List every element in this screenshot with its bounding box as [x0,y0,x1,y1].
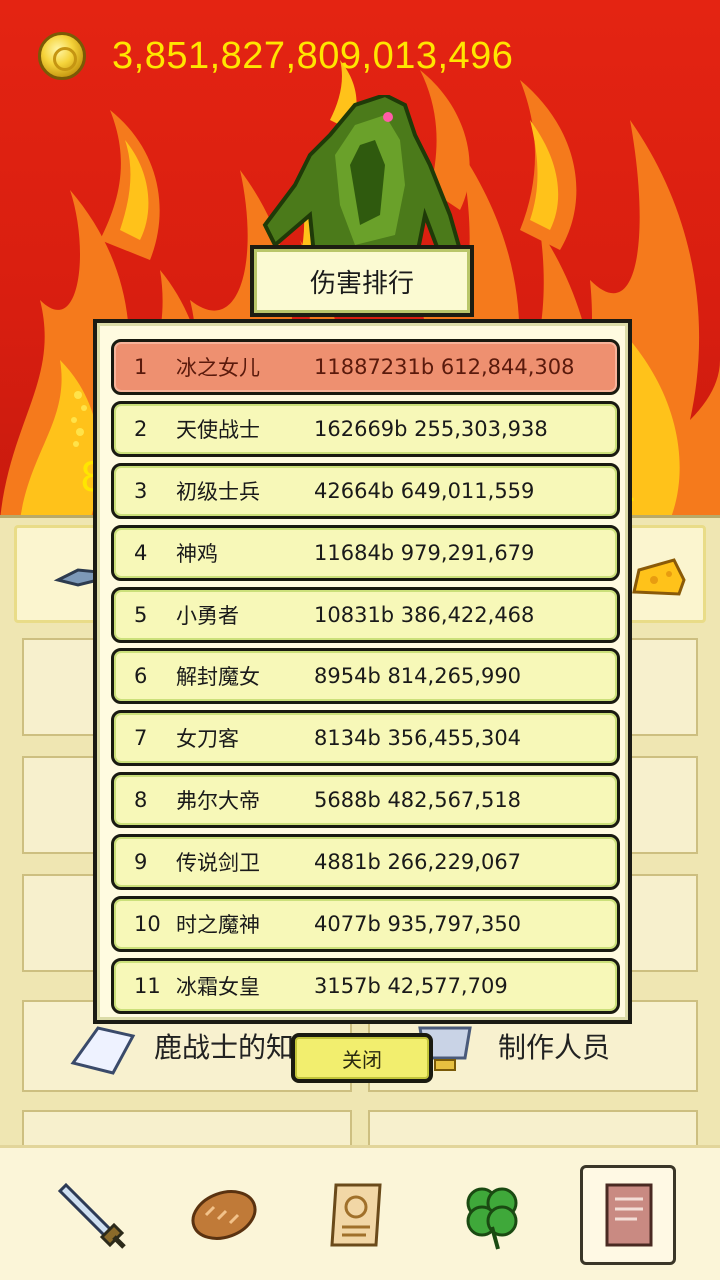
damage-value: 10831b 386,422,468 [314,602,535,627]
modal-title: 伤害排行 [250,245,474,317]
hero-name: 女刀客 [176,727,239,752]
damage-value: 11887231b 612,844,308 [314,355,575,379]
clover-icon [466,1187,518,1250]
rank-number: 9 [134,850,148,875]
damage-value: 4077b 935,797,350 [314,912,522,937]
damage-value: 162669b 255,303,938 [314,416,548,441]
hero-name: 初级士兵 [176,479,260,504]
damage-value: 5688b 482,567,518 [314,788,522,813]
ranking-row[interactable]: 5 小勇者 10831b 386,422,468 [111,586,620,643]
coin-counter: 3,851,827,809,013,496 [38,30,513,82]
ranking-row[interactable]: 7 女刀客 8134b 356,455,304 [111,710,620,767]
bottom-navigation [0,1145,720,1280]
rank-number: 8 [134,788,148,813]
nav-item-weapons[interactable] [44,1165,140,1265]
swamp-monster-sprite[interactable] [255,95,465,265]
nav-item-luck[interactable] [444,1165,540,1265]
rank-number: 5 [134,602,148,627]
hero-name: 解封魔女 [176,665,260,690]
damage-value: 8134b 356,455,304 [314,726,522,751]
damage-ranking-modal: 1 冰之女儿 11887231b 612,844,308 2 天使战士 162669b 2… [93,319,632,1024]
nav-item-book[interactable] [580,1165,676,1265]
rank-number: 1 [134,355,148,379]
damage-value: 3157b 42,577,709 [314,973,508,998]
damage-value: 11684b 979,291,679 [314,540,535,565]
menu-row [368,1110,698,1150]
nav-item-quests[interactable] [310,1165,406,1265]
rank-number: 7 [134,726,148,751]
ranking-row[interactable]: 10 时之魔神 4077b 935,797,350 [111,896,620,953]
rank-number: 10 [134,912,161,937]
damage-value: 42664b 649,011,559 [314,478,535,503]
sword-icon [57,1182,126,1249]
ranking-row[interactable]: 8 弗尔大帝 5688b 482,567,518 [111,772,620,829]
nav-item-food[interactable] [176,1165,272,1265]
ranking-row[interactable]: 6 解封魔女 8954b 814,265,990 [111,648,620,705]
damage-value: 8954b 814,265,990 [314,664,522,689]
hero-name: 冰霜女皇 [176,974,260,999]
ranking-row[interactable]: 11 冰霜女皇 3157b 42,577,709 [111,957,620,1014]
hero-name: 神鸡 [176,541,218,566]
coin-amount: 3,851,827,809,013,496 [112,34,514,77]
book-open-icon [70,1026,136,1075]
menu-row [22,1110,352,1150]
ranking-row[interactable]: 3 初级士兵 42664b 649,011,559 [111,462,620,519]
bread-icon [191,1190,257,1240]
hero-name: 冰之女儿 [176,356,260,380]
rank-number: 2 [134,416,148,441]
hero-name: 天使战士 [176,417,260,442]
ranking-row[interactable]: 4 神鸡 11684b 979,291,679 [111,524,620,581]
hero-name: 传说剑卫 [176,851,260,876]
ranking-row[interactable]: 9 传说剑卫 4881b 266,229,067 [111,834,620,891]
cheese-icon [632,558,686,596]
scroll-icon [330,1183,382,1247]
hero-name: 弗尔大帝 [176,789,260,814]
rank-number: 4 [134,540,148,565]
ranking-row[interactable]: 2 天使战士 162669b 255,303,938 [111,400,620,457]
hero-name: 小勇者 [176,603,239,628]
damage-value: 4881b 266,229,067 [314,850,522,875]
book-icon [605,1183,653,1247]
close-button[interactable]: 关闭 [291,1033,433,1083]
ranking-row[interactable]: 1 冰之女儿 11887231b 612,844,308 [111,339,620,395]
hero-name: 时之魔神 [176,913,260,938]
ranking-list: 1 冰之女儿 11887231b 612,844,308 2 天使战士 162669b 2… [111,339,620,1020]
credits-label: 制作人员 [498,1031,611,1064]
rank-number: 11 [134,973,161,998]
rank-number: 3 [134,478,148,503]
rank-number: 6 [134,664,148,689]
gold-coin-icon [38,32,86,80]
